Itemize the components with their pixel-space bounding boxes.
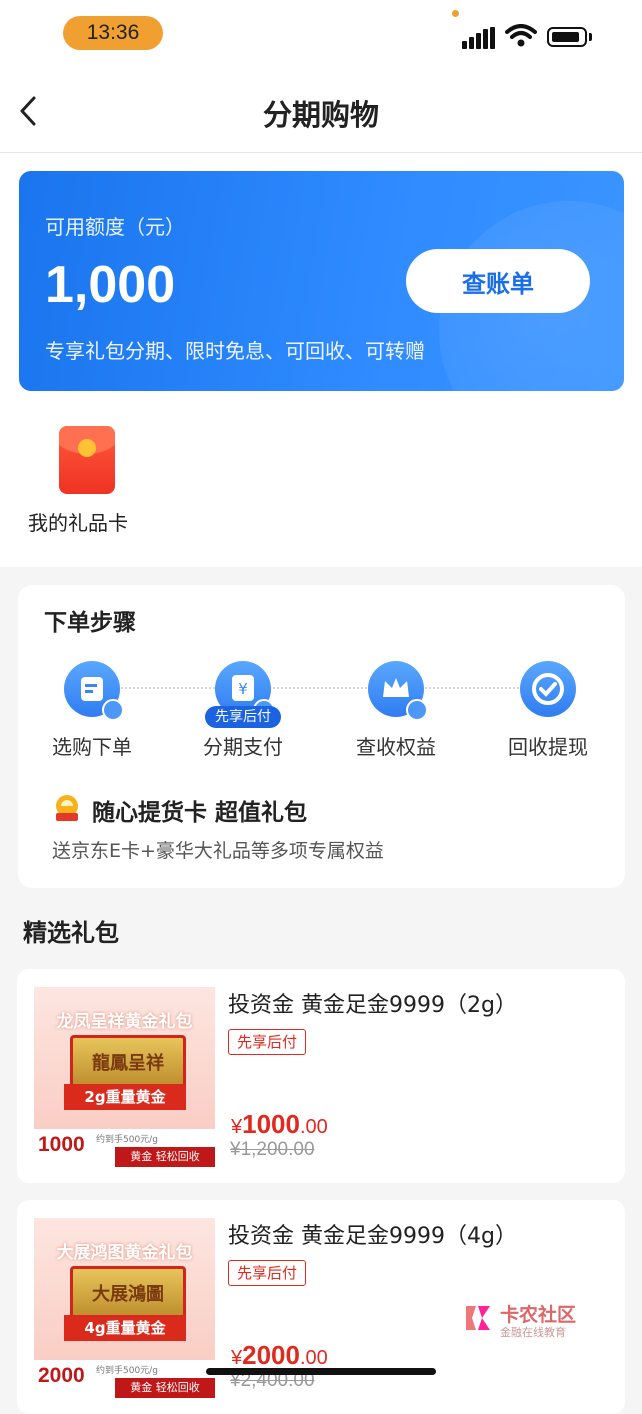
privacy-indicator xyxy=(452,10,459,17)
wifi-icon xyxy=(505,24,537,47)
product-image: 龙凤呈祥黄金礼包 龍鳳呈祥 2g重量黄金 1000 约到手500元/g 黄金 轻… xyxy=(34,987,215,1167)
credit-label: 可用额度（元） xyxy=(45,215,185,239)
product-price: ¥2000.00 xyxy=(231,1340,328,1370)
product-card[interactable]: 龙凤呈祥黄金礼包 龍鳳呈祥 2g重量黄金 1000 约到手500元/g 黄金 轻… xyxy=(17,969,625,1183)
page-title: 分期购物 xyxy=(262,98,379,132)
crown-icon xyxy=(368,661,428,721)
pay-later-tag: 先享后付 xyxy=(228,1260,307,1286)
watermark: 卡农社区 金融在线教育 xyxy=(462,1300,592,1340)
step-select-order: 选购下单 xyxy=(32,661,152,760)
svg-text:¥: ¥ xyxy=(238,680,248,698)
gift-card-label[interactable]: 我的礼品卡 xyxy=(28,507,128,536)
check-circle-icon xyxy=(520,661,576,717)
product-price: ¥1000.00 xyxy=(231,1109,328,1139)
steps-title: 下单步骤 xyxy=(44,610,136,636)
step-recycle-cashout: 回收提现 xyxy=(488,661,608,760)
view-bill-button[interactable]: 查账单 xyxy=(406,249,590,313)
gift-box-icon xyxy=(56,795,78,821)
step-label: 回收提现 xyxy=(508,735,588,759)
product-image: 大展鸿图黄金礼包 大展鴻圖 4g重量黄金 2000 约到手500元/g 黄金 轻… xyxy=(34,1218,215,1398)
step-label: 查收权益 xyxy=(356,735,436,759)
nav-bar: 分期购物 xyxy=(0,70,642,153)
product-name: 投资金 黄金足金9999（4g） xyxy=(228,1224,517,1249)
gift-card-icon[interactable] xyxy=(59,426,115,494)
original-price: ¥1,200.00 xyxy=(230,1139,315,1160)
credit-amount: 1,000 xyxy=(45,256,176,314)
watermark-logo-icon xyxy=(466,1306,490,1330)
featured-packages-title: 精选礼包 xyxy=(23,919,119,947)
step-label: 分期支付 xyxy=(203,735,283,759)
document-icon xyxy=(64,661,124,721)
promo-title[interactable]: 随心提货卡 超值礼包 xyxy=(92,793,307,827)
credit-limit-card: 可用额度（元） 1,000 专享礼包分期、限时免息、可回收、可转赠 查账单 xyxy=(19,171,624,391)
credit-description: 专享礼包分期、限时免息、可回收、可转赠 xyxy=(45,339,425,363)
step-receive-benefits: 查收权益 xyxy=(336,661,456,760)
pay-later-badge: 先享后付 xyxy=(205,706,281,728)
home-indicator[interactable] xyxy=(206,1368,436,1375)
status-time: 13:36 xyxy=(63,16,163,50)
order-steps-card: 下单步骤 选购下单 ¥ 分期支付 查收权益 回收提现 先享后付 随心提货卡 超值… xyxy=(18,585,625,888)
cellular-signal-icon xyxy=(462,27,496,49)
pay-later-tag: 先享后付 xyxy=(228,1029,307,1055)
product-name: 投资金 黄金足金9999（2g） xyxy=(228,993,517,1018)
step-label: 选购下单 xyxy=(52,735,132,759)
promo-description: 送京东E卡+豪华大礼品等多项专属权益 xyxy=(52,840,384,862)
status-bar: 13:36 xyxy=(0,0,642,70)
battery-icon xyxy=(547,27,587,47)
